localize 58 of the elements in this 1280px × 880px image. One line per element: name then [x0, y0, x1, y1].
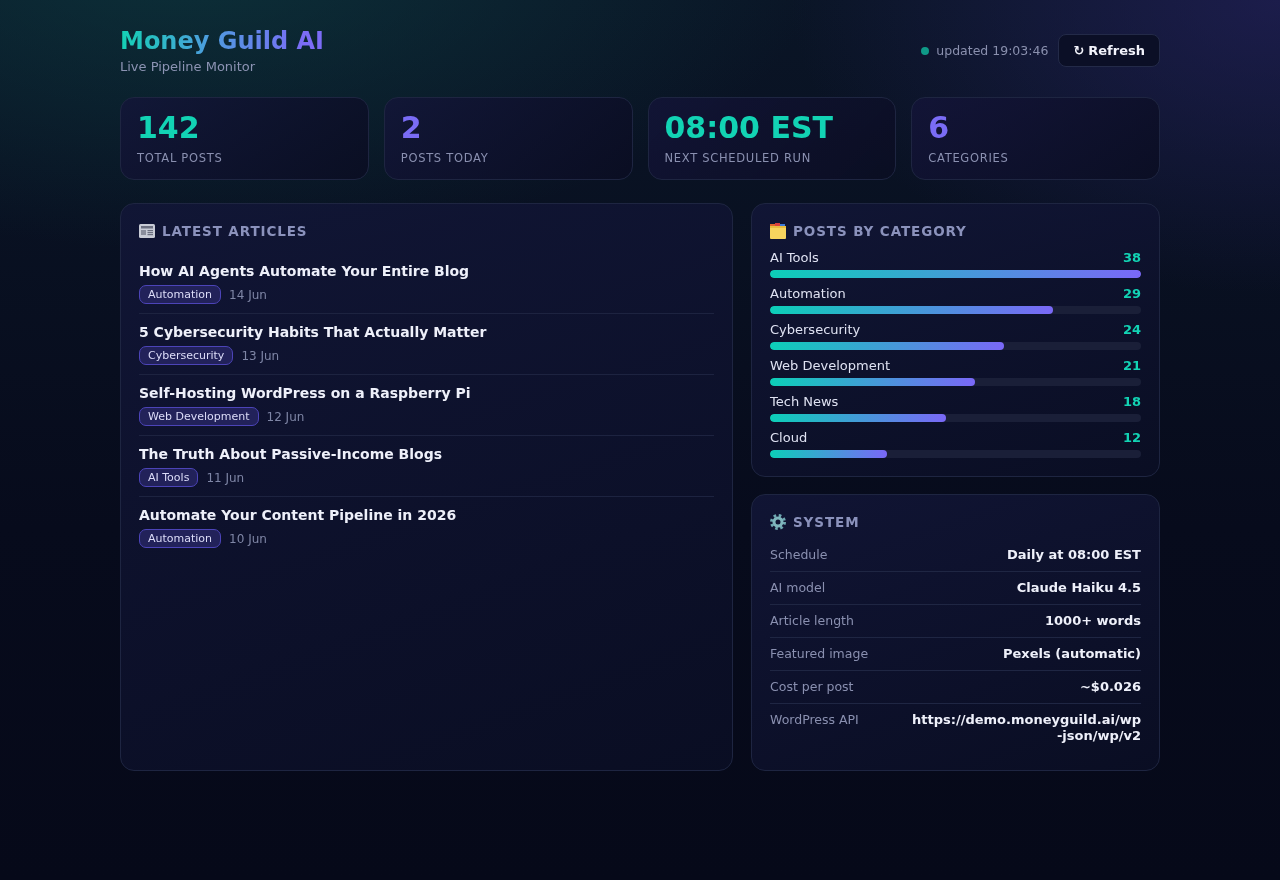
- refresh-button[interactable]: ↻ Refresh: [1058, 34, 1160, 67]
- category-name: Cybersecurity: [770, 322, 861, 338]
- category-tag: Automation: [139, 529, 222, 548]
- setting-value: Daily at 08:00 EST: [1007, 547, 1141, 563]
- category-name: Cloud: [770, 430, 808, 446]
- setting-value: https://demo.moneyguild.ai/wp-json/wp/v2: [911, 712, 1141, 744]
- setting-label: Featured image: [770, 646, 869, 662]
- stat-label: POSTS TODAY: [400, 150, 489, 166]
- article-date: 11 Jun: [206, 470, 245, 485]
- setting-label: Cost per post: [770, 679, 854, 695]
- stat-value: 08:00 EST: [664, 110, 833, 145]
- category-count: 12: [1122, 430, 1141, 446]
- category-name: Web Development: [770, 358, 890, 374]
- setting-value: Pexels (automatic): [1002, 646, 1141, 662]
- category-name: AI Tools: [770, 250, 819, 266]
- article-title[interactable]: Self-Hosting WordPress on a Raspberry Pi: [139, 384, 471, 402]
- stat-label: CATEGORIES: [928, 150, 1009, 166]
- newspaper-icon: [139, 224, 155, 238]
- setting-value: 1000+ words: [1045, 613, 1141, 629]
- article-date: 10 Jun: [229, 531, 267, 546]
- setting-label: AI model: [770, 580, 826, 596]
- article-date: 12 Jun: [266, 409, 305, 424]
- panel-title: LATEST ARTICLES: [162, 223, 308, 239]
- setting-value: Claude Haiku 4.5: [1016, 580, 1141, 596]
- category-tag: AI Tools: [139, 468, 199, 487]
- category-tag: Web Development: [139, 407, 259, 426]
- category-name: Tech News: [770, 394, 839, 410]
- stat-value: 142: [137, 110, 200, 145]
- stat-value: 6: [928, 110, 950, 145]
- refresh-icon: ↻: [1073, 43, 1085, 58]
- article-title[interactable]: Automate Your Content Pipeline in 2026: [139, 506, 457, 524]
- category-name: Automation: [770, 286, 846, 302]
- article-title[interactable]: 5 Cybersecurity Habits That Actually Matter: [139, 323, 487, 341]
- panel-title: POSTS BY CATEGORY: [793, 223, 967, 239]
- gear-icon: [770, 514, 786, 530]
- setting-label: Schedule: [770, 547, 828, 563]
- setting-value: ~$0.026: [1079, 679, 1141, 695]
- category-count: 38: [1122, 250, 1141, 266]
- category-count: 18: [1122, 394, 1141, 410]
- article-title[interactable]: The Truth About Passive-Income Blogs: [139, 445, 443, 463]
- category-count: 29: [1122, 286, 1141, 302]
- category-count: 24: [1122, 322, 1141, 338]
- status-dot-icon: [921, 46, 930, 55]
- article-date: 13 Jun: [241, 348, 280, 363]
- setting-label: WordPress API: [770, 712, 859, 728]
- stat-label: TOTAL POSTS: [137, 150, 223, 166]
- stat-label: NEXT SCHEDULED RUN: [664, 150, 812, 166]
- article-title[interactable]: How AI Agents Automate Your Entire Blog: [139, 262, 470, 280]
- setting-label: Article length: [770, 613, 854, 629]
- category-tag: Automation: [139, 285, 222, 304]
- app-subtitle: Live Pipeline Monitor: [120, 59, 256, 75]
- article-date: 14 Jun: [229, 287, 267, 302]
- folder-icon: [770, 223, 786, 239]
- category-tag: Cybersecurity: [139, 346, 234, 365]
- stat-value: 2: [400, 110, 422, 145]
- category-count: 21: [1122, 358, 1141, 374]
- panel-title: SYSTEM: [793, 514, 860, 530]
- updated-time: updated 19:03:46: [936, 43, 1049, 58]
